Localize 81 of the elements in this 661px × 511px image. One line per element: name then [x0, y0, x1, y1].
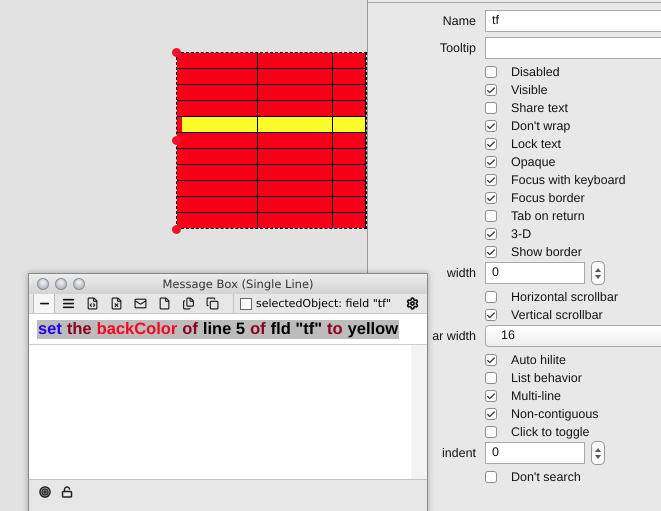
checkbox[interactable] [485, 426, 497, 438]
checkbox-label: Vertical scrollbar [511, 308, 603, 322]
checkbox[interactable] [485, 408, 497, 420]
checkbox-label: 3-D [511, 227, 532, 241]
checkbox-label: Focus with keyboard [511, 173, 626, 187]
command-token: backColor [96, 320, 178, 338]
checkbox-label: Click to toggle [511, 425, 590, 439]
checkbox-label: Show border [511, 245, 582, 259]
checkbox-label: List behavior [511, 371, 582, 385]
checkbox[interactable] [485, 102, 497, 114]
checkbox-label: Tab on return [511, 209, 585, 223]
checkbox-label: Lock text [511, 137, 562, 151]
text-field[interactable] [485, 37, 661, 59]
zoom-button[interactable] [73, 278, 85, 290]
command-field[interactable]: set the backColor of line 5 of fld "tf" to yellow [29, 314, 427, 345]
field-label: width [446, 266, 476, 280]
checkbox[interactable] [485, 66, 497, 78]
script-file-icon [86, 297, 98, 310]
toolbar-tab[interactable] [33, 294, 55, 313]
checkbox[interactable] [485, 138, 497, 150]
selection-handle[interactable] [172, 48, 181, 57]
checkbox-label: Opaque [511, 155, 556, 169]
unlock-icon[interactable] [61, 486, 73, 498]
multi-line-icon [62, 297, 74, 310]
checkbox[interactable] [485, 354, 497, 366]
checkbox[interactable] [485, 210, 497, 222]
window-title: Message Box (Single Line) [161, 277, 315, 291]
checkbox-label: Don't wrap [511, 119, 570, 133]
command-token: set [38, 320, 62, 338]
command-token: line 5 [202, 320, 246, 338]
command-token: to [327, 320, 343, 338]
command-token: of [250, 320, 266, 338]
checkbox[interactable] [485, 174, 497, 186]
checkbox-label: Focus border [511, 191, 585, 205]
number-field[interactable]: 0 [485, 442, 585, 464]
command-token: of [182, 320, 198, 338]
copy-icon [206, 297, 218, 310]
checkbox-label: Visible [511, 83, 548, 97]
target-icon[interactable] [39, 486, 51, 498]
command-token: yellow [348, 320, 398, 338]
checkbox-label: Non-contiguous [511, 407, 599, 421]
field-label: ar width [432, 329, 476, 343]
checkbox-label: Disabled [511, 65, 560, 79]
checkbox-label: Multi-line [511, 389, 562, 403]
files-icon [182, 297, 194, 310]
checkbox[interactable] [485, 291, 497, 303]
checkbox-label: Share text [511, 101, 568, 115]
checkbox-label: Horizontal scrollbar [511, 290, 618, 304]
selection-handle[interactable] [172, 136, 181, 145]
checkbox[interactable] [485, 84, 497, 96]
checkbox[interactable] [485, 120, 497, 132]
table-field[interactable] [176, 52, 367, 229]
checkbox[interactable] [485, 228, 497, 240]
field-label: Name [442, 14, 476, 28]
field-label: Tooltip [440, 41, 476, 55]
text-field[interactable]: tf [485, 10, 661, 32]
checkbox-label: selectedObject: field "tf" [256, 297, 391, 310]
file-icon [158, 297, 170, 310]
checkbox[interactable] [485, 192, 497, 204]
stepper[interactable] [591, 261, 605, 285]
number-field[interactable]: 0 [485, 262, 585, 284]
checkbox-label: Auto hilite [511, 353, 566, 367]
checkbox[interactable] [485, 390, 497, 402]
checkbox[interactable] [240, 298, 252, 310]
file-x-icon [110, 297, 122, 310]
command-token: the [66, 320, 92, 338]
selection-handle[interactable] [172, 225, 181, 234]
minimize-button[interactable] [55, 278, 67, 290]
command-token: fld "tf" [270, 320, 322, 338]
checkbox[interactable] [485, 246, 497, 258]
checkbox[interactable] [485, 309, 497, 321]
popup-menu[interactable]: 16 [485, 325, 661, 347]
settings-icon[interactable] [406, 297, 419, 310]
envelope-icon [134, 297, 146, 310]
stepper[interactable] [591, 441, 605, 465]
field-label: indent [442, 446, 476, 460]
checkbox[interactable] [485, 156, 497, 168]
close-button[interactable] [37, 278, 49, 290]
checkbox[interactable] [485, 471, 497, 483]
checkbox[interactable] [485, 372, 497, 384]
checkbox-label: Don't search [511, 470, 581, 484]
